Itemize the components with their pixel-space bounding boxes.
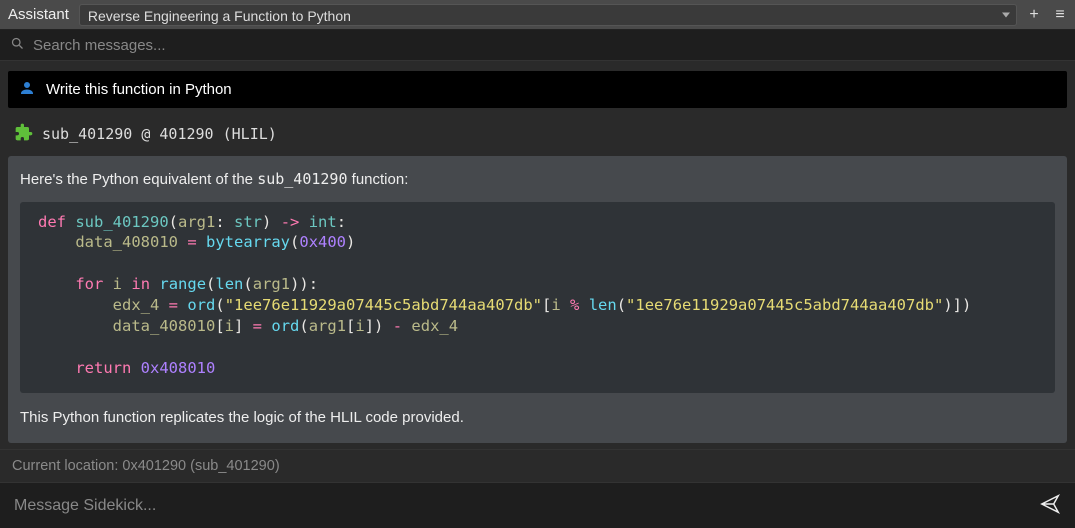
header-bar: Assistant Reverse Engineering a Function…	[0, 0, 1075, 30]
message-input-bar[interactable]	[0, 482, 1075, 528]
user-message-row: Write this function in Python	[8, 71, 1067, 108]
context-row: sub_401290 @ 401290 (HLIL)	[8, 108, 1067, 156]
chevron-down-icon	[1002, 12, 1010, 17]
new-session-button[interactable]: +	[1025, 6, 1043, 24]
message-input[interactable]	[14, 497, 1029, 515]
code-block: def sub_401290(arg1: str) -> int: data_4…	[20, 202, 1055, 393]
search-bar[interactable]	[0, 30, 1075, 61]
send-icon	[1039, 493, 1061, 515]
app-title: Assistant	[6, 6, 71, 23]
user-message-text: Write this function in Python	[46, 81, 232, 98]
conversation-scroll[interactable]: Write this function in Python sub_401290…	[0, 61, 1075, 449]
assistant-answer: Here's the Python equivalent of the sub_…	[8, 156, 1067, 443]
assistant-intro: Here's the Python equivalent of the sub_…	[20, 168, 1055, 192]
plus-icon: +	[1029, 7, 1038, 23]
context-text: sub_401290 @ 401290 (HLIL)	[42, 125, 277, 143]
user-icon	[18, 79, 36, 100]
menu-button[interactable]: ≡	[1051, 6, 1069, 24]
puzzle-icon	[14, 122, 34, 146]
send-button[interactable]	[1039, 493, 1061, 518]
session-dropdown-label: Reverse Engineering a Function to Python	[88, 8, 351, 24]
session-dropdown[interactable]: Reverse Engineering a Function to Python	[79, 4, 1017, 26]
search-icon	[10, 36, 25, 54]
menu-icon: ≡	[1055, 7, 1064, 23]
assistant-outro: This Python function replicates the logi…	[20, 407, 1055, 430]
search-input[interactable]	[33, 37, 1065, 54]
status-bar: Current location: 0x401290 (sub_401290)	[0, 449, 1075, 482]
